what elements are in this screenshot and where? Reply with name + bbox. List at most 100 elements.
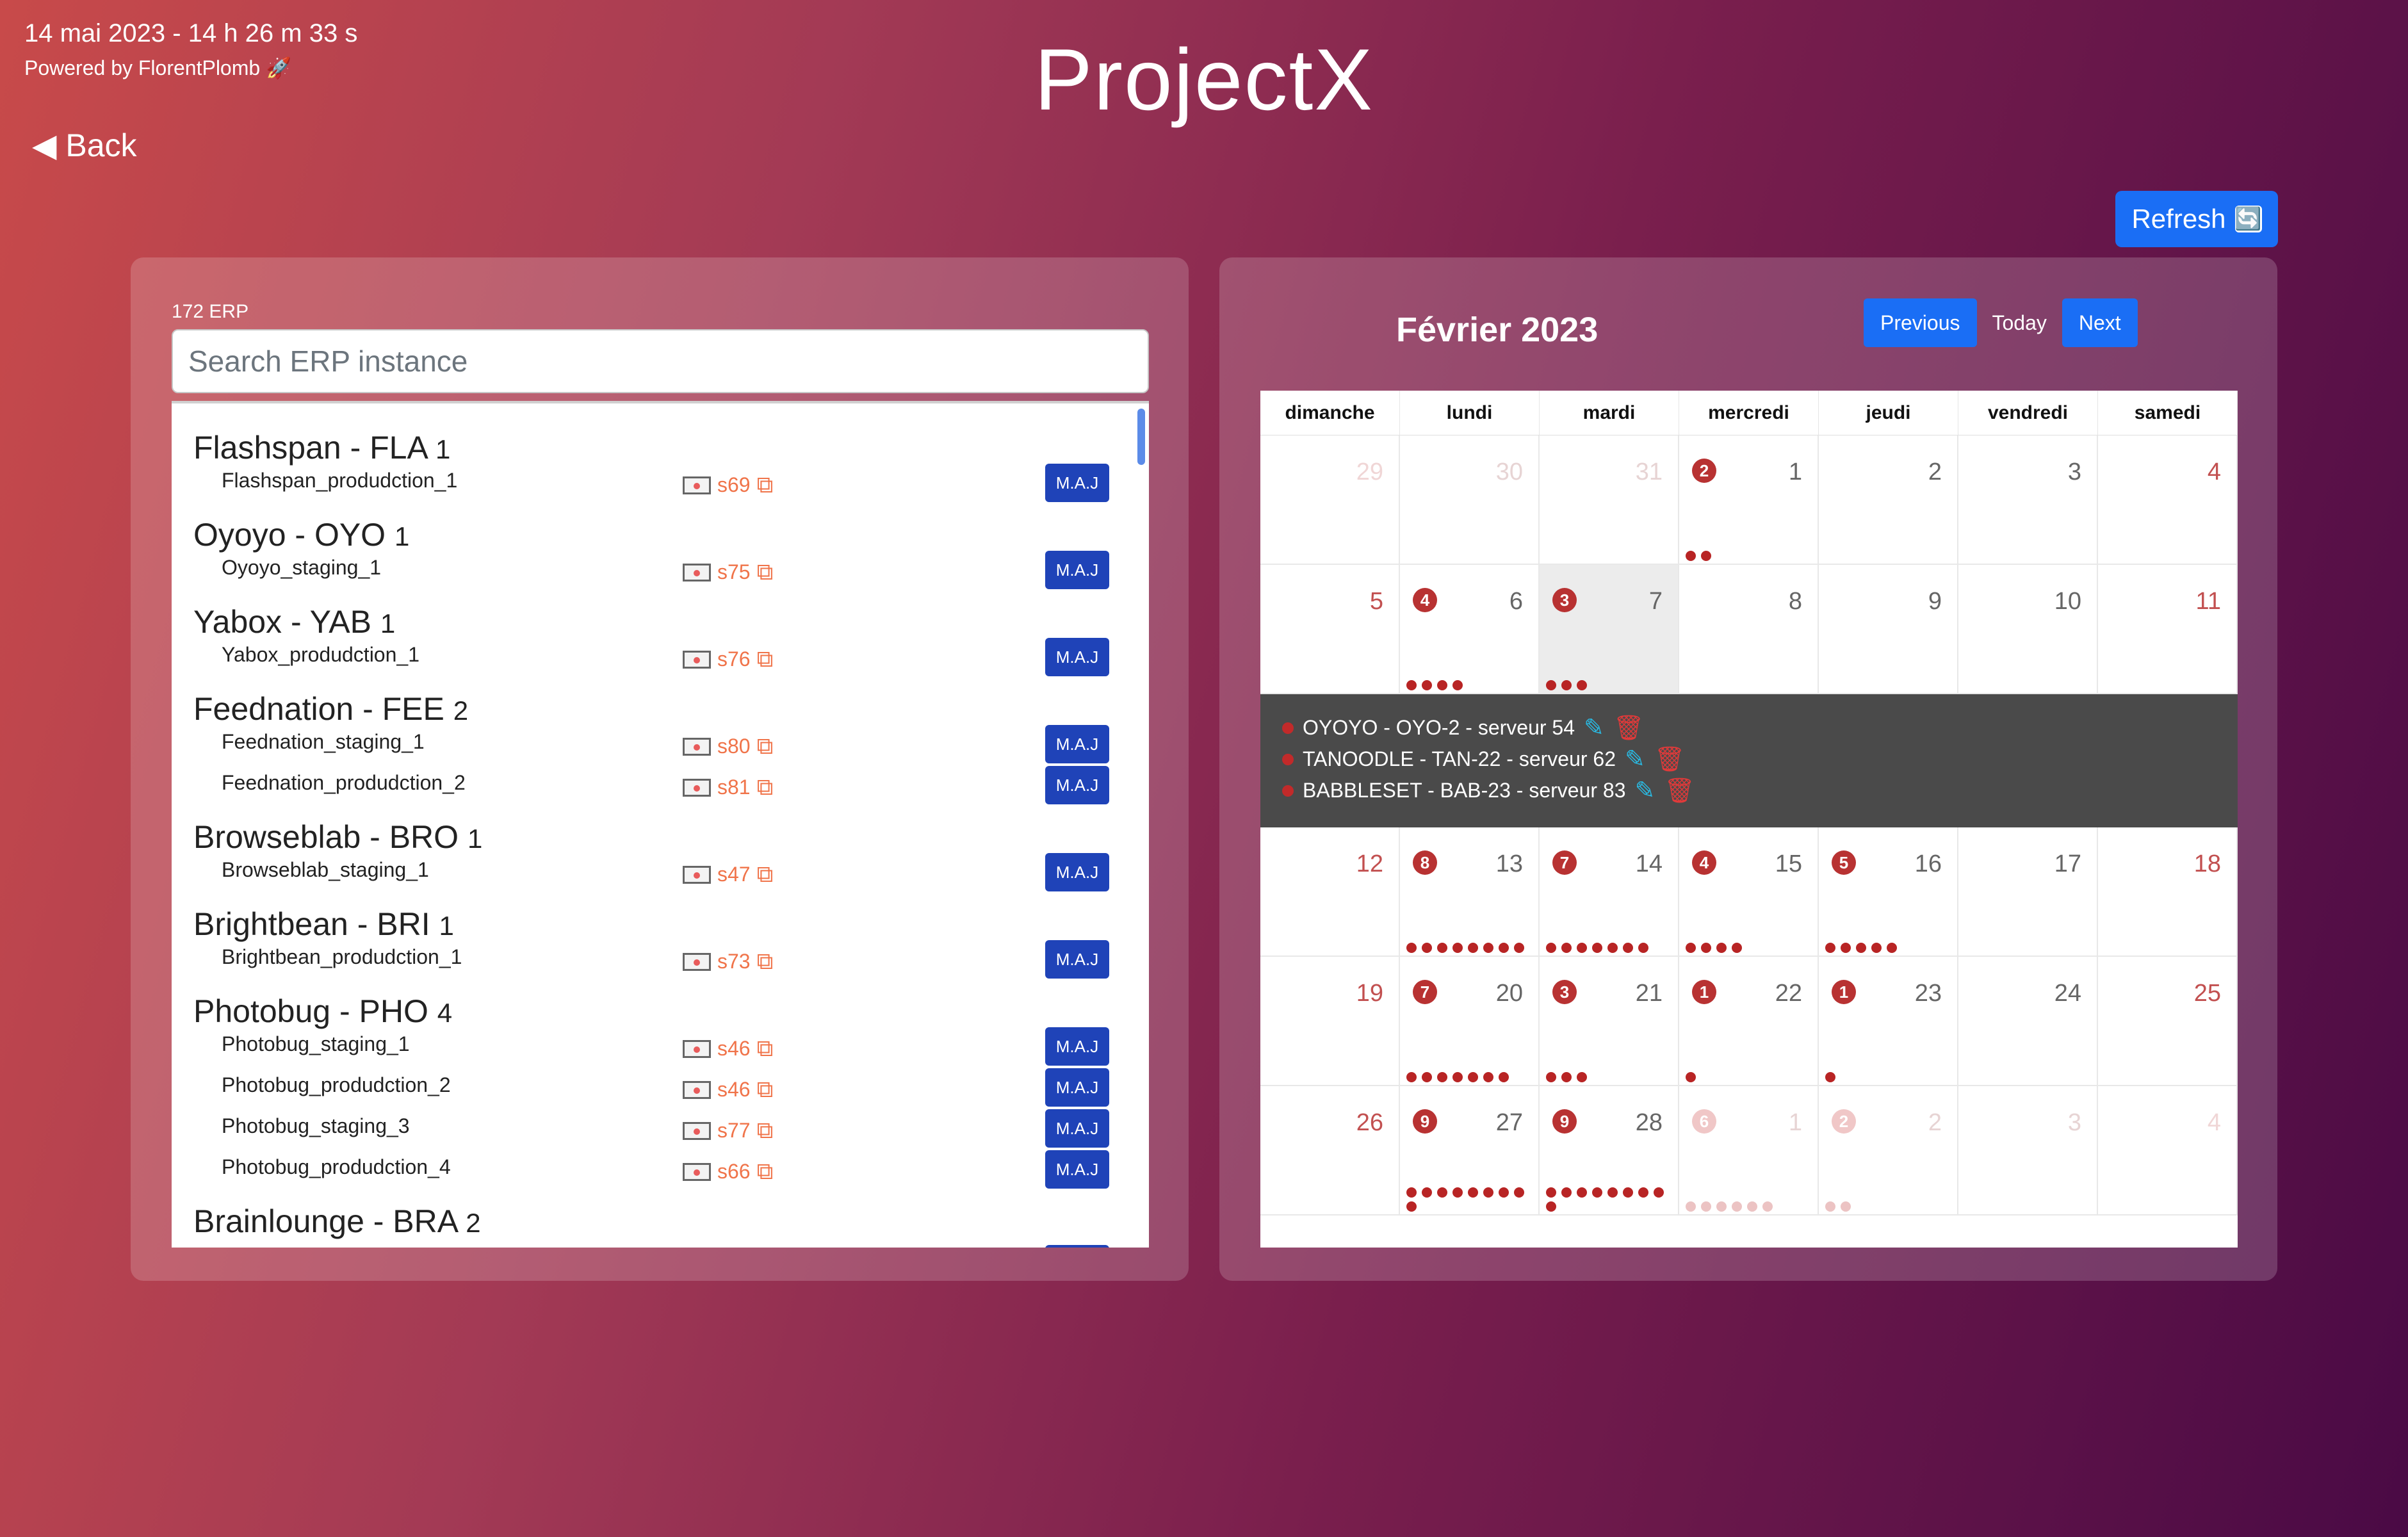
calendar-day[interactable]: 21 3: [1540, 957, 1679, 1086]
calendar-day[interactable]: 12: [1260, 827, 1400, 957]
event-dot: [1638, 943, 1648, 953]
pencil-icon[interactable]: ✎: [1635, 776, 1656, 805]
external-link-icon: ⧉: [756, 1117, 774, 1143]
calendar-day[interactable]: 12: [1679, 435, 1819, 565]
calendar-day[interactable]: 5: [1260, 565, 1400, 694]
calendar-day[interactable]: 16 5: [1819, 827, 1958, 957]
search-input[interactable]: [172, 329, 1149, 393]
calendar-day[interactable]: 15 4: [1679, 827, 1819, 957]
maj-button[interactable]: M.A.J: [1045, 1150, 1109, 1189]
calendar-day[interactable]: 17: [1958, 827, 2098, 957]
calendar-day[interactable]: 3: [1958, 435, 2098, 565]
event-dot: [1468, 1187, 1478, 1198]
instance-name: Brightbean_produdction_1: [222, 945, 462, 968]
event-row: OYOYO - OYO-2 - serveur 54 ✎ 🗑: [1282, 713, 1644, 742]
calendar-day[interactable]: 3: [1958, 1086, 2098, 1216]
maj-button[interactable]: M.A.J: [1045, 551, 1109, 589]
calendar-day[interactable]: 24: [1958, 957, 2098, 1086]
maj-button[interactable]: M.A.J: [1045, 940, 1109, 979]
event-count-badge: 9: [1552, 1109, 1577, 1134]
event-dot: [1747, 1201, 1757, 1212]
server-link[interactable]: s75 ⧉: [683, 558, 773, 586]
calendar-day[interactable]: 29: [1260, 435, 1400, 565]
server-link[interactable]: s73 ⧉: [683, 948, 773, 975]
calendar-day[interactable]: 14 7: [1540, 827, 1679, 957]
calendar-day[interactable]: 4: [2098, 435, 2238, 565]
day-number: 7: [1648, 588, 1663, 615]
day-number: 1: [1788, 1109, 1802, 1136]
calendar-day[interactable]: 22: [1819, 1086, 1958, 1216]
previous-button[interactable]: Previous: [1864, 298, 1977, 347]
calendar-day[interactable]: 11: [2098, 565, 2238, 694]
event-count-badge: 4: [1413, 588, 1437, 612]
event-dots: [1825, 1072, 1951, 1082]
pencil-icon[interactable]: ✎: [1584, 713, 1604, 742]
event-dot: [1623, 1187, 1633, 1198]
maj-button[interactable]: M.A.J: [1045, 766, 1109, 804]
back-button[interactable]: ◀ Back: [32, 127, 137, 164]
event-dot: [1577, 943, 1587, 953]
calendar-day[interactable]: 27 9: [1400, 1086, 1540, 1216]
calendar-day[interactable]: 18: [2098, 827, 2238, 957]
today-button[interactable]: Today: [1977, 298, 2062, 347]
server-id: s69: [717, 473, 751, 496]
server-link[interactable]: s66 ⧉: [683, 1158, 773, 1185]
event-dot: [1452, 1072, 1463, 1082]
event-dot: [1422, 680, 1432, 690]
server-link[interactable]: s46 ⧉: [683, 1035, 773, 1062]
erp-list[interactable]: Flashspan - FLA 1 Flashspan_produdction_1…: [172, 401, 1149, 1248]
maj-button[interactable]: M.A.J: [1045, 853, 1109, 891]
maj-button[interactable]: M.A.J: [1045, 725, 1109, 763]
event-dot: [1856, 943, 1866, 953]
day-number: 8: [1788, 588, 1802, 615]
maj-button[interactable]: M.A.J: [1045, 1027, 1109, 1066]
weekday-header: lundi: [1400, 391, 1540, 435]
calendar-day[interactable]: 10: [1958, 565, 2098, 694]
maj-button[interactable]: M.A.J: [1045, 1068, 1109, 1107]
server-link[interactable]: s47 ⧉: [683, 861, 773, 888]
trash-icon[interactable]: 🗑: [1613, 714, 1644, 742]
refresh-button[interactable]: Refresh 🔄: [2115, 191, 2278, 247]
scrollbar[interactable]: [1137, 409, 1145, 465]
event-dot: [1514, 1187, 1524, 1198]
server-link[interactable]: s69 ⧉: [683, 471, 773, 499]
calendar-day[interactable]: 64: [1400, 565, 1540, 694]
server-link[interactable]: s81 ⧉: [683, 774, 773, 801]
event-dot: [1468, 943, 1478, 953]
maj-button[interactable]: M.A.J: [1045, 1245, 1109, 1248]
calendar-day[interactable]: 22 1: [1679, 957, 1819, 1086]
calendar-day[interactable]: 4: [2098, 1086, 2238, 1216]
day-number: 11: [2195, 588, 2221, 615]
calendar-day[interactable]: 9: [1819, 565, 1958, 694]
maj-button[interactable]: M.A.J: [1045, 1109, 1109, 1148]
calendar-day[interactable]: 25: [2098, 957, 2238, 1086]
server-link[interactable]: s76 ⧉: [683, 646, 773, 673]
envelope-icon: [683, 1080, 711, 1099]
maj-button[interactable]: M.A.J: [1045, 638, 1109, 676]
server-link[interactable]: s46 ⧉: [683, 1076, 773, 1103]
maj-button[interactable]: M.A.J: [1045, 464, 1109, 502]
day-number: 9: [1928, 588, 1942, 615]
event-dot: [1422, 1072, 1432, 1082]
calendar-day[interactable]: 8: [1679, 565, 1819, 694]
server-link[interactable]: s77 ⧉: [683, 1117, 773, 1144]
server-link[interactable]: s80 ⧉: [683, 733, 773, 760]
calendar-day[interactable]: 28 9: [1540, 1086, 1679, 1216]
calendar-day[interactable]: 30: [1400, 435, 1540, 565]
calendar-day[interactable]: 19: [1260, 957, 1400, 1086]
trash-icon[interactable]: 🗑: [1664, 777, 1695, 805]
calendar-day[interactable]: 13 8: [1400, 827, 1540, 957]
event-count-badge: 8: [1413, 850, 1437, 875]
calendar-day[interactable]: 2: [1819, 435, 1958, 565]
calendar-day[interactable]: 20 7: [1400, 957, 1540, 1086]
trash-icon[interactable]: 🗑: [1654, 745, 1685, 774]
day-number: 21: [1635, 980, 1663, 1007]
calendar-day[interactable]: 73: [1540, 565, 1679, 694]
calendar-day[interactable]: 23 1: [1819, 957, 1958, 1086]
next-button[interactable]: Next: [2062, 298, 2138, 347]
event-dot: [1561, 1187, 1572, 1198]
pencil-icon[interactable]: ✎: [1625, 745, 1645, 774]
calendar-day[interactable]: 26: [1260, 1086, 1400, 1216]
calendar-day[interactable]: 31: [1540, 435, 1679, 565]
calendar-day[interactable]: 16: [1679, 1086, 1819, 1216]
